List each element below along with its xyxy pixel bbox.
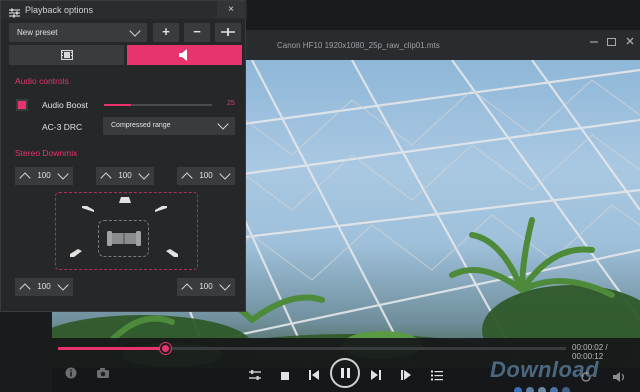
drc-dropdown[interactable]: Compressed range (103, 117, 235, 135)
chevron-up-icon[interactable] (19, 172, 31, 184)
audio-boost-fill (104, 104, 131, 106)
skip-back-icon (309, 370, 319, 380)
drc-value: Compressed range (111, 122, 171, 129)
front-left-stepper[interactable]: 100 (15, 167, 73, 185)
preset-dropdown[interactable]: New preset (9, 23, 147, 42)
watermark-dot (514, 387, 522, 392)
playlist-button[interactable] (431, 369, 443, 384)
previous-button[interactable] (308, 369, 320, 384)
maximize-button[interactable] (605, 36, 617, 48)
front-left-speaker-icon (82, 206, 94, 212)
next-button[interactable] (370, 369, 382, 384)
chevron-down-icon[interactable] (57, 168, 69, 180)
rear-right-speaker-icon (166, 249, 178, 257)
listener-area (98, 220, 149, 257)
options-sliders-icon (9, 5, 20, 23)
rear-left-stepper[interactable]: 100 (15, 278, 73, 296)
seek-bar[interactable] (58, 343, 566, 354)
minus-icon: − (193, 24, 201, 39)
seek-progress (58, 347, 165, 350)
center-value: 100 (118, 171, 132, 180)
camera-icon (97, 368, 109, 378)
preset-value: New preset (17, 28, 58, 37)
audio-boost-label: Audio Boost (42, 100, 88, 110)
app-stage: Canon HF10 1920x1080_25p_raw_clip01.mts (0, 0, 640, 392)
seek-handle[interactable] (159, 343, 171, 354)
minimize-icon (590, 41, 598, 43)
snapshot-button[interactable] (96, 367, 110, 382)
panel-title: Playback options (25, 5, 94, 15)
tab-video[interactable] (9, 45, 124, 65)
film-icon (61, 50, 73, 60)
stop-button[interactable] (280, 370, 290, 384)
chevron-down-icon[interactable] (138, 168, 150, 180)
speaker-icon (179, 49, 187, 61)
front-right-stepper[interactable]: 100 (177, 167, 235, 185)
window-close-button[interactable] (624, 36, 636, 48)
chevron-down-icon (217, 118, 229, 130)
close-icon: × (228, 4, 234, 15)
panel-close-button[interactable]: × (217, 1, 245, 18)
chevron-down-icon[interactable] (219, 279, 231, 291)
audio-boost-slider[interactable] (104, 104, 212, 106)
preset-options-button[interactable] (215, 23, 241, 42)
info-button[interactable] (65, 367, 77, 382)
rear-right-stepper[interactable]: 100 (177, 278, 235, 296)
audio-boost-checkbox[interactable] (16, 99, 28, 111)
front-right-value: 100 (199, 171, 213, 180)
chevron-up-icon[interactable] (181, 172, 193, 184)
front-right-speaker-icon (155, 206, 167, 212)
maximize-icon (606, 38, 616, 46)
frame-step-button[interactable] (400, 369, 412, 384)
volume-button[interactable] (612, 371, 626, 386)
watermark-dot (526, 387, 534, 392)
drc-label: AC-3 DRC (42, 122, 83, 132)
sofa-icon (107, 231, 141, 246)
skip-forward-icon (371, 370, 381, 380)
stereo-downmix-heading: Stereo Downmix (15, 148, 78, 158)
remove-preset-button[interactable]: − (184, 23, 210, 42)
watermark-dot (562, 387, 570, 392)
pause-button[interactable] (330, 358, 360, 388)
audio-controls-heading: Audio controls (15, 76, 69, 86)
close-icon (626, 37, 634, 45)
info-icon (65, 367, 77, 379)
watermark-dot (538, 387, 546, 392)
watermark-dots (514, 382, 574, 392)
playback-controls: 00:00:02 / 00:00:12 Download (52, 338, 640, 392)
chevron-down-icon[interactable] (57, 279, 69, 291)
slider-adjust-icon (221, 28, 235, 36)
chevron-up-icon[interactable] (19, 283, 31, 295)
volume-icon (613, 372, 625, 382)
tab-audio[interactable] (127, 45, 242, 65)
playlist-icon (431, 370, 443, 381)
add-preset-button[interactable]: + (153, 23, 179, 42)
repeat-icon (581, 371, 591, 382)
stop-icon (281, 372, 289, 380)
chevron-down-icon[interactable] (219, 168, 231, 180)
center-speaker-icon (119, 197, 131, 203)
repeat-button[interactable] (580, 371, 592, 386)
watermark-dot (550, 387, 558, 392)
settings-sliders-button[interactable] (248, 369, 262, 384)
sliders-icon (249, 370, 261, 380)
plus-icon: + (162, 24, 170, 39)
front-left-value: 100 (37, 171, 51, 180)
player-title: Canon HF10 1920x1080_25p_raw_clip01.mts (277, 41, 440, 50)
rear-left-speaker-icon (70, 249, 82, 257)
minimize-button[interactable] (588, 36, 600, 48)
rear-right-value: 100 (199, 282, 213, 291)
center-stepper[interactable]: 100 (96, 167, 154, 185)
playback-options-panel: Playback options × New preset + − Audio … (0, 0, 247, 312)
frame-step-icon (401, 370, 411, 380)
rear-left-value: 100 (37, 282, 51, 291)
audio-boost-value: 25 (227, 100, 235, 107)
chevron-down-icon (129, 25, 141, 37)
chevron-up-icon[interactable] (100, 172, 112, 184)
panel-header: Playback options × (1, 1, 247, 19)
chevron-up-icon[interactable] (181, 283, 193, 295)
